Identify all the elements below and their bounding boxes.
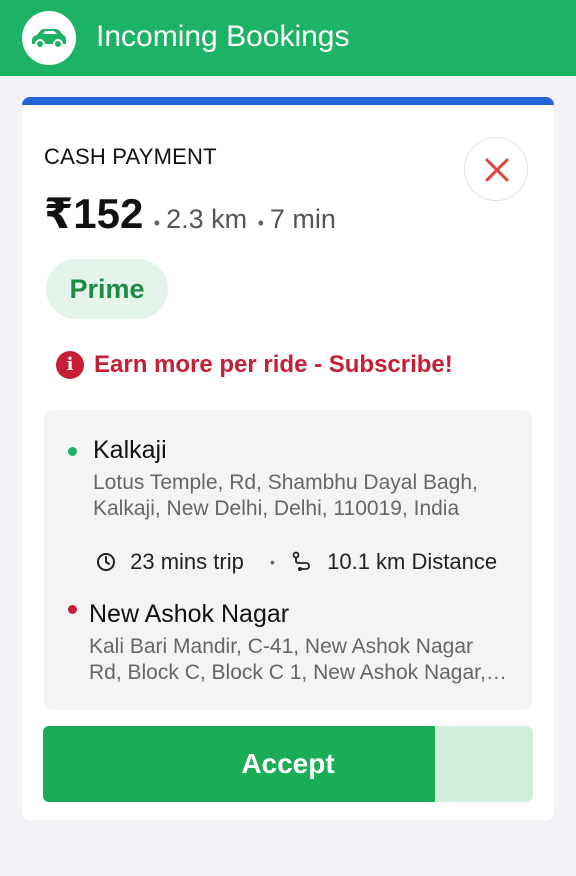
route-icon xyxy=(292,551,310,572)
pickup-dot xyxy=(68,447,77,456)
fare-summary: ₹152 • 2.3 km • 7 min xyxy=(44,189,336,237)
trip-info: 23 mins trip • 10.1 km Distance xyxy=(96,548,497,578)
info-icon: i xyxy=(56,351,84,379)
close-icon xyxy=(485,158,509,182)
drop-address-line: Kali Bari Mandir, C-41, New Ashok Nagar xyxy=(89,635,473,658)
app-header: Incoming Bookings xyxy=(0,0,576,76)
drop-name: New Ashok Nagar xyxy=(89,600,290,628)
booking-card: CASH PAYMENT ₹152 • 2.3 km • 7 min Prime i… xyxy=(22,97,554,820)
separator-dot: • xyxy=(257,213,264,234)
separator-dot: • xyxy=(153,213,161,234)
pickup-address: Lotus Temple, Rd, Shambhu Dayal Bagh, Ka… xyxy=(93,470,513,522)
drop-address: Kali Bari Mandir, C-41, New Ashok Nagar … xyxy=(89,634,507,686)
ride-duration: 7 min xyxy=(269,204,336,234)
card-accent-bar xyxy=(22,97,554,105)
drop-dot xyxy=(68,605,77,614)
dismiss-booking-button[interactable] xyxy=(464,137,528,201)
drop-address-line: Rd, Block C, Block C 1, New Ashok Nagar,… xyxy=(89,661,507,684)
pickup-address-line: Kalkaji, New Delhi, Delhi, 110019, India xyxy=(93,497,460,520)
route-details: Kalkaji Lotus Temple, Rd, Shambhu Dayal … xyxy=(44,410,532,710)
ride-distance: 2.3 km xyxy=(166,204,248,234)
accept-label: Accept xyxy=(241,748,335,779)
subscribe-promo[interactable]: i Earn more per ride - Subscribe! xyxy=(56,351,453,383)
pickup-address-line: Lotus Temple, Rd, Shambhu Dayal Bagh, xyxy=(93,471,478,494)
separator-dot: • xyxy=(269,554,275,571)
app-logo xyxy=(22,11,76,65)
trip-distance: 10.1 km Distance xyxy=(327,549,498,575)
payment-type-label: CASH PAYMENT xyxy=(44,144,217,169)
accept-button[interactable]: Accept xyxy=(43,726,533,802)
page-title: Incoming Bookings xyxy=(96,20,350,53)
ride-category-badge: Prime xyxy=(46,259,168,319)
promo-text: Earn more per ride - Subscribe! xyxy=(94,351,453,378)
pickup-name: Kalkaji xyxy=(93,436,167,464)
trip-time: 23 mins trip xyxy=(130,549,244,575)
fare-amount: ₹152 xyxy=(44,190,144,237)
car-icon xyxy=(32,29,66,49)
clock-icon xyxy=(97,553,115,572)
